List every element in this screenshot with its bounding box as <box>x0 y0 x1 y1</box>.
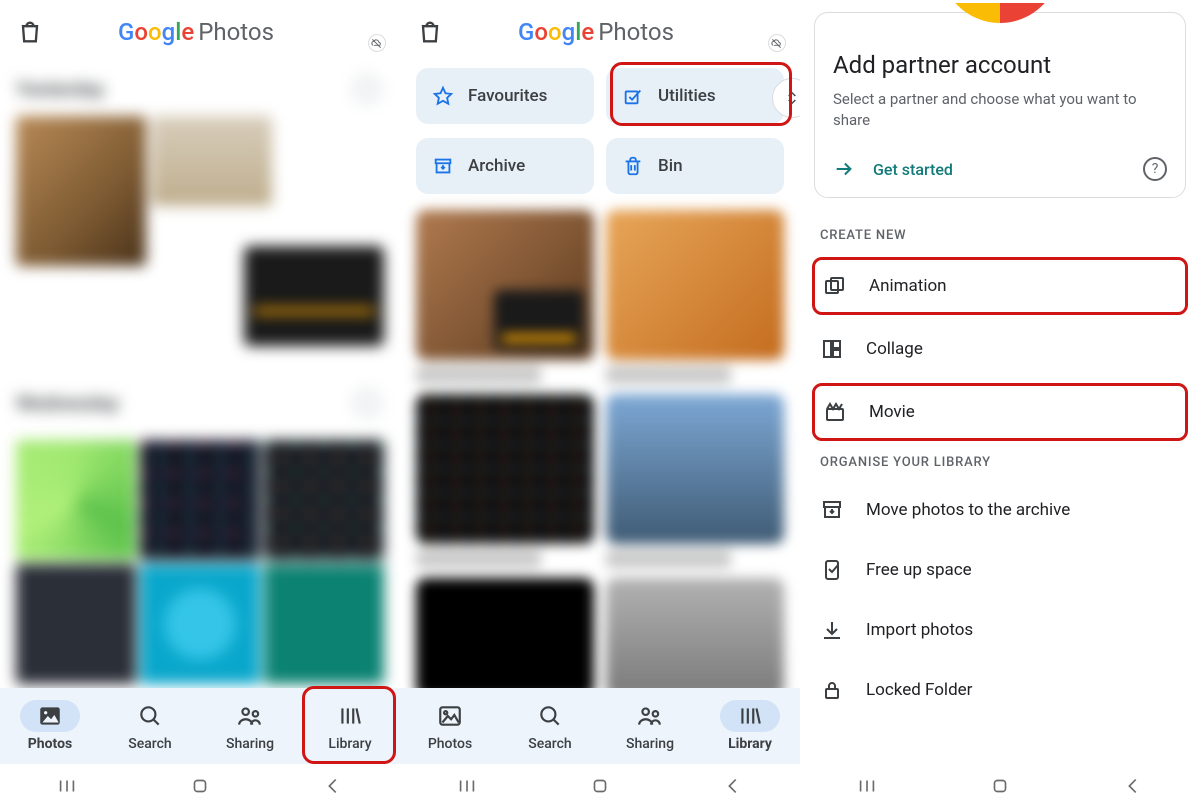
nav-photos[interactable]: Photos <box>0 688 100 764</box>
recents-button[interactable] <box>56 775 78 797</box>
help-icon[interactable]: ? <box>1143 157 1167 181</box>
archive-icon <box>432 155 454 177</box>
home-button[interactable] <box>589 775 611 797</box>
photos-icon <box>437 703 463 729</box>
nav-sharing[interactable]: Sharing <box>200 688 300 764</box>
free-space-icon <box>820 558 844 582</box>
back-button[interactable] <box>722 775 744 797</box>
account-avatar[interactable] <box>748 14 784 50</box>
collage-icon <box>820 337 844 361</box>
google-photos-logo: Google Photos <box>118 18 274 46</box>
library-icon <box>337 703 363 729</box>
photos-icon <box>37 703 63 729</box>
bottom-nav: Photos Search Sharing Library <box>0 688 400 764</box>
android-navbar <box>0 764 400 808</box>
partner-account-card: Add partner account Select a partner and… <box>814 12 1186 198</box>
sharing-icon <box>237 703 263 729</box>
nav-library[interactable]: Library <box>300 688 400 764</box>
search-icon <box>137 703 163 729</box>
account-avatar[interactable] <box>348 14 384 50</box>
get-started-button[interactable]: Get started <box>833 158 953 180</box>
header: Google Photos <box>400 0 800 60</box>
screenshot-panel-library: Google Photos Favourites Utilities Archi… <box>400 0 800 808</box>
free-up-space[interactable]: Free up space <box>800 540 1200 600</box>
home-button[interactable] <box>189 775 211 797</box>
print-store-icon[interactable] <box>16 18 44 46</box>
create-animation[interactable]: Animation <box>812 257 1188 315</box>
google-photos-logo: Google Photos <box>518 18 674 46</box>
partner-illustration <box>940 3 1060 25</box>
back-button[interactable] <box>1122 775 1144 797</box>
recents-button[interactable] <box>456 775 478 797</box>
print-store-icon[interactable] <box>416 18 444 46</box>
chip-archive[interactable]: Archive <box>416 138 594 194</box>
recents-button[interactable] <box>856 775 878 797</box>
movie-icon <box>823 400 847 424</box>
star-icon <box>432 85 454 107</box>
import-photos[interactable]: Import photos <box>800 600 1200 660</box>
logo-suffix: Photos <box>198 18 274 46</box>
chip-utilities[interactable]: Utilities <box>606 68 784 124</box>
nav-library[interactable]: Library <box>700 688 800 764</box>
section-organise: ORGANISE YOUR LIBRARY <box>800 445 1200 480</box>
header: Google Photos <box>0 0 400 60</box>
library-icon <box>737 703 763 729</box>
backup-off-icon <box>768 34 786 52</box>
screenshot-panel-photos: Google Photos Yesterday Wednesday Photos <box>0 0 400 808</box>
library-chips: Favourites Utilities Archive Bin <box>400 60 800 210</box>
album-grid-blurred <box>400 210 800 722</box>
utilities-icon <box>622 85 644 107</box>
sharing-icon <box>637 703 663 729</box>
archive-icon <box>820 498 844 522</box>
screenshot-panel-utilities: Add partner account Select a partner and… <box>800 0 1200 808</box>
create-movie[interactable]: Movie <box>812 383 1188 441</box>
android-navbar <box>800 764 1200 808</box>
bottom-nav: Photos Search Sharing Library <box>400 688 800 764</box>
chip-favourites[interactable]: Favourites <box>416 68 594 124</box>
photos-timeline-blurred: Yesterday Wednesday <box>0 60 400 684</box>
nav-search[interactable]: Search <box>500 688 600 764</box>
chip-bin[interactable]: Bin <box>606 138 784 194</box>
nav-sharing[interactable]: Sharing <box>600 688 700 764</box>
trash-icon <box>622 155 644 177</box>
arrow-right-icon <box>833 158 855 180</box>
partner-subtitle: Select a partner and choose what you wan… <box>833 89 1167 131</box>
section-create-new: CREATE NEW <box>800 218 1200 253</box>
back-button[interactable] <box>322 775 344 797</box>
partner-title: Add partner account <box>833 51 1167 79</box>
backup-off-icon <box>368 34 386 52</box>
move-to-archive[interactable]: Move photos to the archive <box>800 480 1200 540</box>
nav-photos[interactable]: Photos <box>400 688 500 764</box>
search-icon <box>537 703 563 729</box>
import-icon <box>820 618 844 642</box>
nav-search[interactable]: Search <box>100 688 200 764</box>
lock-icon <box>820 678 844 702</box>
home-button[interactable] <box>989 775 1011 797</box>
create-collage[interactable]: Collage <box>800 319 1200 379</box>
locked-folder[interactable]: Locked Folder <box>800 660 1200 720</box>
animation-icon <box>823 274 847 298</box>
android-navbar <box>400 764 800 808</box>
